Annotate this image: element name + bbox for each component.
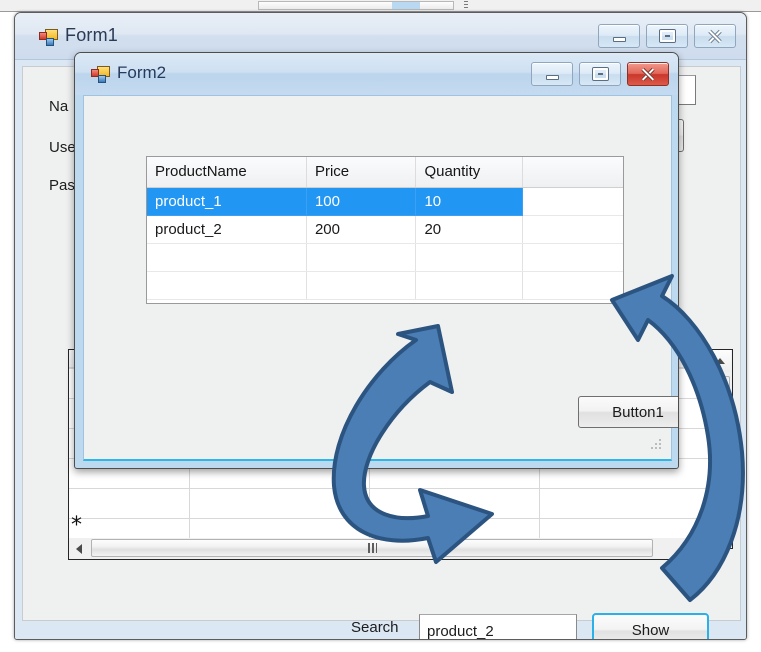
table-row[interactable]: product_2 200 20 [147, 215, 623, 244]
form1-minimize-button[interactable] [598, 24, 640, 48]
column-header-blank[interactable] [522, 157, 623, 188]
column-header-productname[interactable]: ProductName [147, 157, 307, 188]
form2-maximize-button[interactable] [579, 62, 621, 86]
cell-price[interactable]: 200 [306, 215, 417, 244]
form2-client-area: ProductName Price Quantity product_1 100… [83, 95, 678, 461]
form2-close-button[interactable] [627, 62, 669, 86]
cell-blank[interactable] [522, 243, 623, 272]
form1-maximize-button[interactable] [646, 24, 688, 48]
background-toolbar [258, 1, 454, 10]
scroll-left-icon[interactable] [69, 539, 89, 559]
maximize-icon [659, 30, 675, 42]
button1[interactable]: Button1 [578, 396, 678, 428]
background-toolbar-dots [464, 1, 468, 10]
scroll-right-icon[interactable] [697, 539, 717, 559]
cell-productname[interactable]: product_1 [147, 187, 307, 216]
form1-label-name: Na [49, 98, 69, 115]
cell-price[interactable]: 100 [306, 187, 417, 216]
show-button[interactable]: Show [592, 613, 709, 639]
table-row[interactable] [147, 243, 623, 272]
cell-price[interactable] [306, 271, 417, 300]
cell-blank[interactable] [522, 215, 623, 244]
grip-icon [367, 543, 377, 553]
form1-label-user: Use [49, 139, 76, 156]
form1-title: Form1 [65, 25, 119, 45]
table-row[interactable] [147, 271, 623, 300]
background-toolbar-highlight [392, 2, 420, 9]
search-label: Search [351, 619, 399, 636]
background-window-sliver [0, 0, 761, 12]
form2-minimize-button[interactable] [531, 62, 573, 86]
vs-form-icon [91, 66, 111, 84]
scroll-up-icon[interactable] [709, 350, 731, 372]
column-header-price[interactable]: Price [306, 157, 417, 188]
cell-productname[interactable] [147, 271, 307, 300]
vs-form-icon [39, 29, 59, 47]
cell-blank[interactable] [522, 187, 623, 216]
minimize-icon [545, 75, 559, 80]
cell-quantity[interactable] [415, 271, 524, 300]
form1-label-password: Pas [49, 177, 75, 194]
minimize-icon [612, 37, 626, 42]
cell-quantity[interactable]: 10 [415, 187, 524, 216]
form2-window[interactable]: Form2 ProductName Price Quantity product… [74, 52, 679, 469]
horizontal-scroll-thumb[interactable] [91, 539, 653, 557]
cell-productname[interactable] [147, 243, 307, 272]
screenshot-root: Form1 Na Use Pas * Search product_2 Show… [0, 0, 761, 652]
resize-grip-icon[interactable] [649, 437, 663, 451]
cell-price[interactable] [306, 243, 417, 272]
search-input[interactable]: product_2 [419, 614, 577, 639]
cell-productname[interactable]: product_2 [147, 215, 307, 244]
cell-blank[interactable] [522, 271, 623, 300]
cell-quantity[interactable] [415, 243, 524, 272]
form1-new-row-marker: * [71, 513, 82, 538]
maximize-icon [592, 68, 608, 80]
vertical-scroll-thumb[interactable] [710, 376, 730, 494]
form2-titlebar[interactable]: Form2 [75, 53, 678, 95]
cell-quantity[interactable]: 20 [415, 215, 524, 244]
grip-icon [715, 430, 725, 440]
form1-vertical-scrollbar[interactable] [709, 349, 733, 549]
column-header-quantity[interactable]: Quantity [415, 157, 524, 188]
table-header-row: ProductName Price Quantity [147, 157, 623, 188]
product-table: ProductName Price Quantity product_1 100… [147, 157, 623, 300]
form2-datagridview[interactable]: ProductName Price Quantity product_1 100… [146, 156, 624, 304]
table-row[interactable]: product_1 100 10 [147, 187, 623, 216]
form2-title: Form2 [117, 63, 167, 82]
form1-close-button[interactable] [694, 24, 736, 48]
close-icon [640, 66, 656, 82]
close-icon [707, 28, 723, 44]
form2-window-buttons [531, 62, 669, 86]
form1-horizontal-scrollbar[interactable] [68, 538, 719, 560]
form1-window-buttons [598, 24, 736, 48]
